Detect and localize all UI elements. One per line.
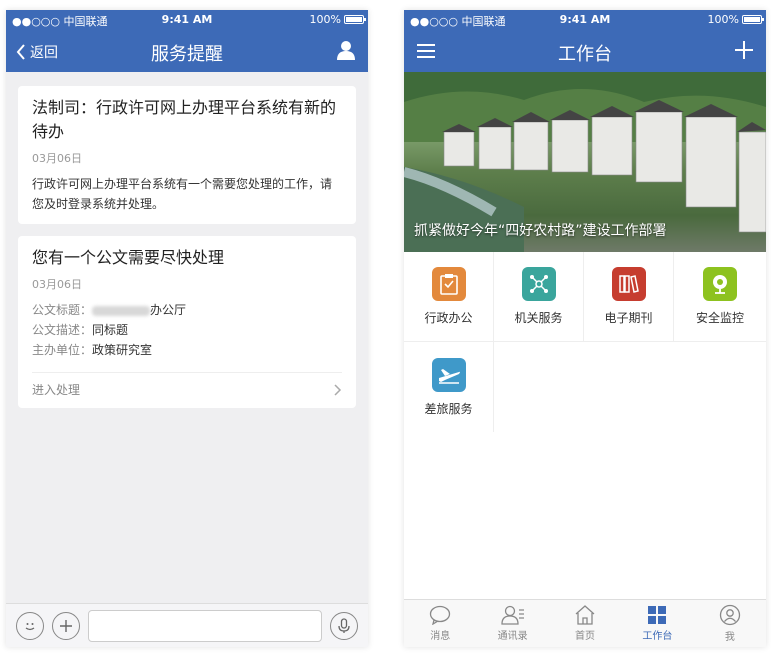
- home-icon: [575, 605, 595, 625]
- app-label: 行政办公: [424, 311, 473, 325]
- contacts-icon: [500, 605, 524, 625]
- tab-workbench[interactable]: 工作台: [621, 600, 693, 647]
- page-title: 服务提醒: [151, 44, 223, 65]
- field-doc-desc: 公文描述：同标题: [32, 320, 342, 340]
- user-icon: [337, 41, 355, 60]
- tab-messages[interactable]: 消息: [404, 600, 476, 647]
- profile-icon: [719, 604, 740, 626]
- enter-process-link[interactable]: 进入处理: [32, 372, 342, 398]
- status-bar: ●●○○○ 中国联通 9:41 AM 100%: [404, 10, 766, 30]
- add-button[interactable]: [52, 611, 80, 640]
- redacted-text: [92, 305, 151, 316]
- chevron-right-icon: [334, 383, 342, 396]
- battery-icon: [344, 15, 366, 24]
- news-banner[interactable]: 抓紧做好今年“四好农村路”建设工作部署: [404, 72, 766, 252]
- plus-icon: [735, 41, 753, 59]
- network-icon: [521, 267, 556, 301]
- profile-button[interactable]: [336, 40, 356, 64]
- page-title: 工作台: [558, 44, 612, 65]
- app-label: 差旅服务: [424, 401, 473, 416]
- app-label: 安全监控: [695, 311, 744, 325]
- card-date: 03月06日: [32, 278, 82, 291]
- message-input[interactable]: [88, 609, 322, 642]
- notification-card[interactable]: 法制司：行政许可网上办理平台系统有新的待办 03月06日 行政许可网上办理平台系…: [18, 86, 356, 224]
- app-label: 电子期刊: [604, 311, 653, 325]
- tab-label: 首页: [575, 631, 596, 642]
- chat-bubble-icon: [430, 605, 451, 625]
- field-value: 办公厅: [150, 303, 187, 317]
- field-doc-title: 公文标题： 办公厅: [32, 300, 342, 320]
- app-label: 机关服务: [514, 311, 563, 325]
- card-title: 您有一个公文需要尽快处理: [32, 248, 225, 267]
- grid-icon: [648, 606, 667, 624]
- document-card[interactable]: 您有一个公文需要尽快处理 03月06日 公文标题： 办公厅 公文描述：同标题 主办…: [18, 236, 356, 408]
- tab-contacts[interactable]: 通讯录: [476, 600, 548, 647]
- battery-percent: 100%: [309, 13, 341, 26]
- field-key: 公文描述：: [32, 323, 93, 337]
- books-icon: [611, 267, 646, 301]
- app-agency-services[interactable]: 机关服务: [494, 252, 584, 341]
- status-bar: ●●○○○ 中国联通 9:41 AM 100%: [6, 10, 368, 30]
- tab-label: 我: [724, 632, 735, 643]
- field-value: 同标题: [92, 323, 129, 337]
- voice-button[interactable]: [330, 611, 358, 640]
- app-security-monitoring[interactable]: 安全监控: [674, 252, 766, 341]
- airplane-icon: [431, 357, 466, 392]
- smiley-icon: [25, 622, 35, 630]
- field-host-unit: 主办单位：政策研究室: [32, 340, 342, 360]
- card-date: 03月06日: [32, 152, 82, 165]
- field-key: 主办单位：: [32, 343, 93, 357]
- tab-home[interactable]: 首页: [549, 600, 621, 647]
- tab-me[interactable]: 我: [694, 600, 766, 647]
- card-title: 法制司：行政许可网上办理平台系统有新的待办: [32, 98, 337, 141]
- app-administrative-office[interactable]: 行政办公: [404, 252, 494, 341]
- app-e-journals[interactable]: 电子期刊: [584, 252, 674, 341]
- plus-icon: [60, 619, 72, 632]
- banner-caption: 抓紧做好今年“四好农村路”建设工作部署: [414, 223, 667, 239]
- message-input-bar: [6, 603, 368, 647]
- tab-label: 消息: [430, 631, 451, 642]
- tab-label: 通讯录: [497, 631, 528, 642]
- add-button[interactable]: [734, 40, 754, 64]
- battery-percent: 100%: [707, 13, 739, 26]
- app-grid: 行政办公 机关服务 电子期刊 安全监控 差旅服务: [404, 252, 766, 432]
- battery-icon: [742, 15, 764, 24]
- clipboard-icon: [431, 267, 466, 301]
- nav-bar: 工作台: [404, 30, 766, 72]
- tab-label: 工作台: [642, 631, 673, 642]
- action-label: 进入处理: [32, 383, 81, 397]
- nav-bar: 返回 服务提醒: [6, 30, 368, 72]
- field-key: 公文标题：: [32, 303, 93, 317]
- field-value: 政策研究室: [92, 343, 153, 357]
- app-travel-services[interactable]: 差旅服务: [404, 342, 494, 432]
- card-body: 行政许可网上办理平台系统有一个需要您处理的工作，请您及时登录系统并处理。: [32, 177, 333, 211]
- camera-icon: [703, 267, 737, 301]
- tab-bar: 消息 通讯录 首页 工作台 我: [404, 599, 766, 647]
- microphone-icon: [338, 617, 350, 633]
- emoji-button[interactable]: [16, 611, 44, 640]
- workbench-screen: ●●○○○ 中国联通 9:41 AM 100% 工作台 抓紧做好今年“四好农村路…: [404, 10, 766, 647]
- service-reminder-screen: ●●○○○ 中国联通 9:41 AM 100% 返回 服务提醒 法制司：行政许可…: [6, 10, 368, 647]
